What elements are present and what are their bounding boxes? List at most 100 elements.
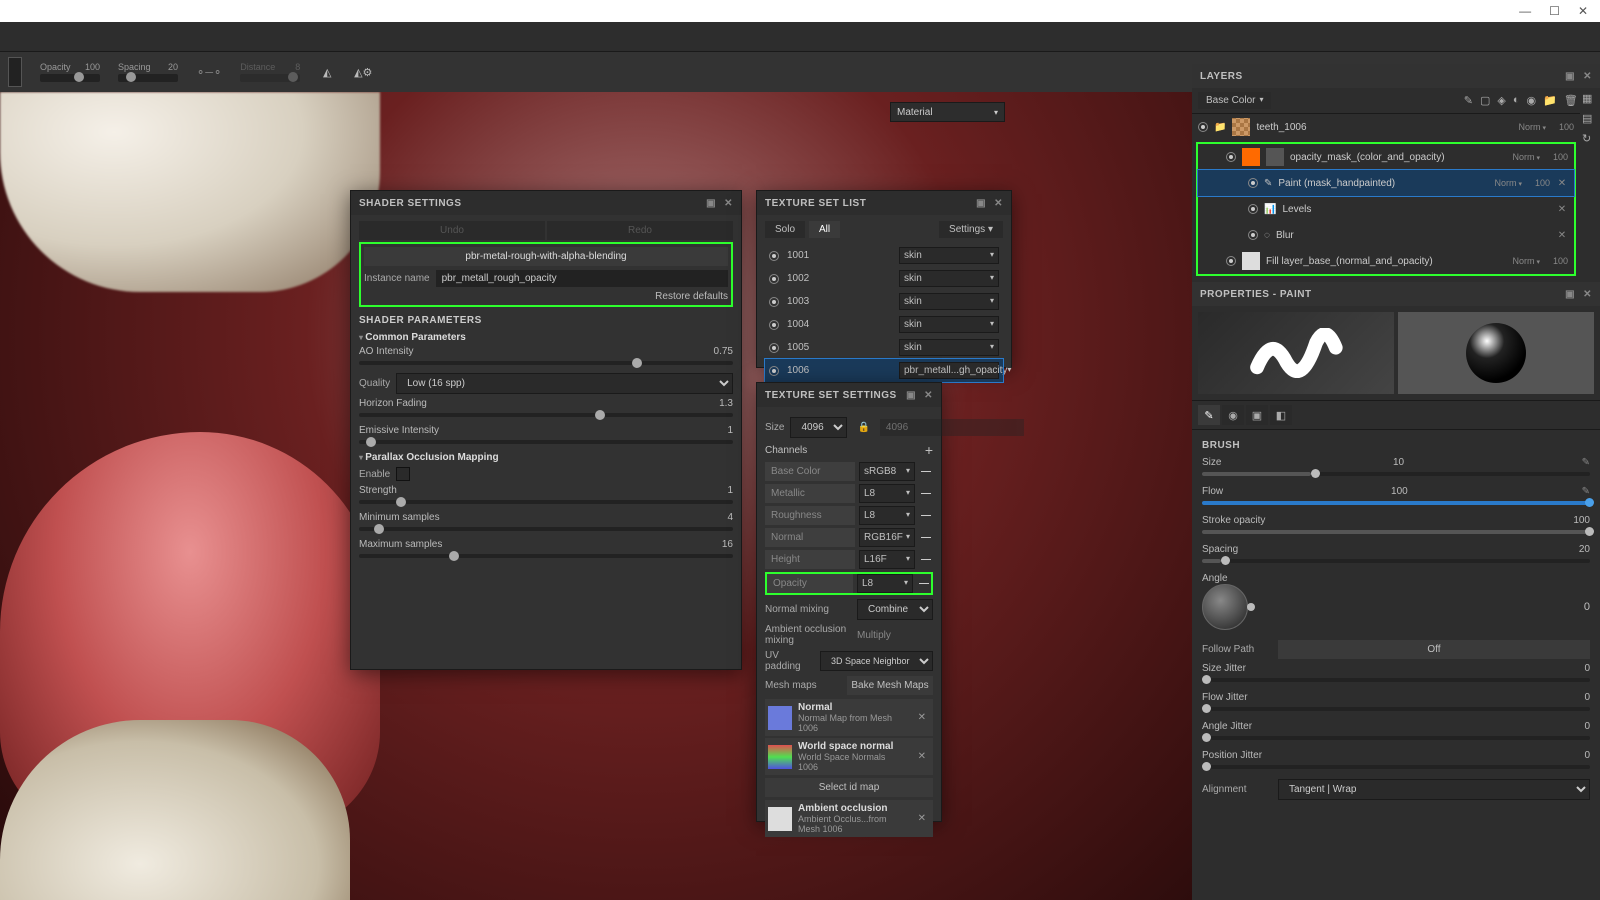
brush-tab-icon[interactable]: ✎ (1198, 405, 1220, 425)
panel-header[interactable]: SHADER SETTINGS ▣✕ (351, 191, 741, 215)
size2-input[interactable] (880, 419, 1024, 436)
instance-name-input[interactable] (436, 270, 728, 287)
dock-icon[interactable]: ▣ (906, 390, 916, 401)
redo-button[interactable]: Redo (547, 221, 733, 240)
remove-effect-button[interactable]: ✕ (1556, 230, 1568, 241)
uv-padding-select[interactable]: 3D Space Neighbor (820, 651, 933, 671)
shader-dropdown[interactable]: skin (899, 247, 999, 264)
shader-dropdown[interactable]: skin (899, 316, 999, 333)
channel-format-dropdown[interactable]: sRGB8 (859, 462, 915, 481)
remove-channel-button[interactable]: — (919, 532, 933, 543)
strength-slider[interactable]: Strength1 (359, 485, 733, 504)
enable-checkbox[interactable] (396, 467, 410, 481)
maximize-button[interactable]: ☐ (1549, 4, 1560, 18)
channel-format-dropdown[interactable]: L8 (857, 574, 913, 593)
alignment-select[interactable]: Tangent | Wrap (1278, 779, 1590, 800)
shader-dropdown[interactable]: pbr_metall...gh_opacity (899, 362, 999, 379)
layer-name[interactable]: opacity_mask_(color_and_opacity) (1290, 152, 1507, 163)
quality-select[interactable]: Low (16 spp) (396, 373, 733, 394)
close-icon[interactable]: ✕ (994, 198, 1003, 209)
layer-visibility[interactable] (1248, 178, 1258, 188)
visibility-radio[interactable] (769, 251, 779, 261)
visibility-radio[interactable] (769, 274, 779, 284)
size-jitter-slider[interactable]: Size Jitter0 (1202, 663, 1590, 682)
visibility-radio[interactable] (769, 297, 779, 307)
texture-set-row[interactable]: 1004 skin (765, 313, 1003, 336)
horizon-fading-slider[interactable]: Horizon Fading1.3 (359, 398, 733, 417)
layers-header[interactable]: LAYERS ▣✕ (1192, 64, 1600, 88)
parallax-group[interactable]: Parallax Occlusion Mapping (359, 452, 733, 463)
distance-slider[interactable]: Distance8 (240, 62, 300, 82)
visibility-radio[interactable] (769, 320, 779, 330)
texture-set-row[interactable]: 1002 skin (765, 267, 1003, 290)
remove-channel-button[interactable]: — (919, 554, 933, 565)
bake-mesh-maps-button[interactable]: Bake Mesh Maps (847, 676, 933, 695)
blend-mode[interactable]: Norm (1513, 256, 1540, 266)
restore-defaults-button[interactable]: Restore defaults (364, 291, 728, 302)
layer-visibility[interactable] (1248, 204, 1258, 214)
brush-size-slider[interactable]: Size10✎ (1202, 457, 1590, 476)
mask-icon[interactable]: ▢ (1480, 94, 1490, 107)
channel-format-dropdown[interactable]: RGB16F (859, 528, 915, 547)
close-icon[interactable]: ✕ (1583, 289, 1592, 300)
layer-name[interactable]: teeth_1006 (1256, 122, 1512, 133)
add-smart-icon[interactable]: ◉ (1527, 94, 1537, 107)
brush-angle-control[interactable]: Angle 0 (1202, 573, 1590, 630)
layer-row[interactable]: ✎ Paint (mask_handpainted) Norm100✕ (1198, 170, 1574, 196)
remove-channel-button[interactable]: — (919, 510, 933, 521)
alpha-icon[interactable]: ◭ (318, 63, 336, 81)
remove-effect-button[interactable]: ✕ (1556, 178, 1568, 189)
alpha-tab-icon[interactable]: ◉ (1222, 405, 1244, 425)
texture-set-row[interactable]: 1005 skin (765, 336, 1003, 359)
add-adjustment-icon[interactable]: ◐ (1513, 94, 1520, 107)
min-samples-slider[interactable]: Minimum samples4 (359, 512, 733, 531)
brush-flow-slider[interactable]: Flow100✎ (1202, 486, 1590, 505)
follow-path-toggle[interactable]: Off (1278, 640, 1590, 659)
remove-map-button[interactable]: ✕ (914, 751, 930, 762)
layer-visibility[interactable] (1226, 152, 1236, 162)
flow-jitter-slider[interactable]: Flow Jitter0 (1202, 692, 1590, 711)
stroke-opacity-slider[interactable]: Stroke opacity100 (1202, 515, 1590, 534)
emissive-intensity-slider[interactable]: Emissive Intensity1 (359, 425, 733, 444)
layer-row[interactable]: 📊 Levels ✕ (1198, 196, 1574, 222)
lock-icon[interactable]: 🔒 (853, 422, 873, 433)
channel-filter-dropdown[interactable]: Base Color (1198, 92, 1271, 109)
dock-icon[interactable]: ▣ (976, 198, 986, 209)
spacing-slider[interactable]: Spacing20 (118, 62, 178, 82)
normal-mixing-select[interactable]: Combine (857, 599, 933, 620)
layer-row[interactable]: ◌ Blur ✕ (1198, 222, 1574, 248)
layer-name[interactable]: Paint (mask_handpainted) (1278, 178, 1488, 189)
layer-opacity[interactable]: 100 (1528, 178, 1550, 188)
close-button[interactable]: ✕ (1578, 4, 1588, 18)
remove-map-button[interactable]: ✕ (914, 813, 930, 824)
remove-map-button[interactable]: ✕ (914, 712, 930, 723)
layer-visibility[interactable] (1248, 230, 1258, 240)
effects-icon[interactable]: ✎ (1464, 94, 1473, 107)
undo-button[interactable]: Undo (359, 221, 545, 240)
mesh-map-row[interactable]: World space normal World Space Normals 1… (765, 738, 933, 775)
blend-mode[interactable]: Norm (1519, 122, 1546, 132)
opacity-slider[interactable]: Opacity100 (40, 62, 100, 82)
remove-effect-button[interactable]: ✕ (1556, 204, 1568, 215)
dock-icon[interactable]: ▣ (706, 198, 716, 209)
layer-row[interactable]: Fill layer_base_(normal_and_opacity) Nor… (1198, 248, 1574, 274)
shader-dropdown[interactable]: skin (899, 339, 999, 356)
layer-opacity[interactable]: 100 (1546, 152, 1568, 162)
alpha-settings-icon[interactable]: ◭⚙ (354, 63, 372, 81)
channel-format-dropdown[interactable]: L16F (859, 550, 915, 569)
mesh-map-row[interactable]: Normal Normal Map from Mesh 1006 ✕ (765, 699, 933, 736)
ao-intensity-slider[interactable]: AO Intensity0.75 (359, 346, 733, 365)
close-icon[interactable]: ✕ (1583, 71, 1592, 82)
layer-row[interactable]: opacity_mask_(color_and_opacity) Norm 100 (1198, 144, 1574, 170)
blend-mode[interactable]: Norm (1513, 152, 1540, 162)
angle-dial[interactable] (1202, 584, 1248, 630)
close-icon[interactable]: ✕ (724, 198, 733, 209)
texture-set-row[interactable]: 1006 pbr_metall...gh_opacity (765, 359, 1003, 382)
layer-name[interactable]: Blur (1276, 230, 1550, 241)
delete-layer-icon[interactable]: 🗑 (1564, 94, 1578, 107)
layer-opacity[interactable]: 100 (1546, 256, 1568, 266)
texture-set-row[interactable]: 1003 skin (765, 290, 1003, 313)
pressure-icon[interactable]: ✎ (1582, 486, 1590, 497)
shader-dropdown[interactable]: skin (899, 293, 999, 310)
layer-opacity[interactable]: 100 (1552, 122, 1574, 132)
